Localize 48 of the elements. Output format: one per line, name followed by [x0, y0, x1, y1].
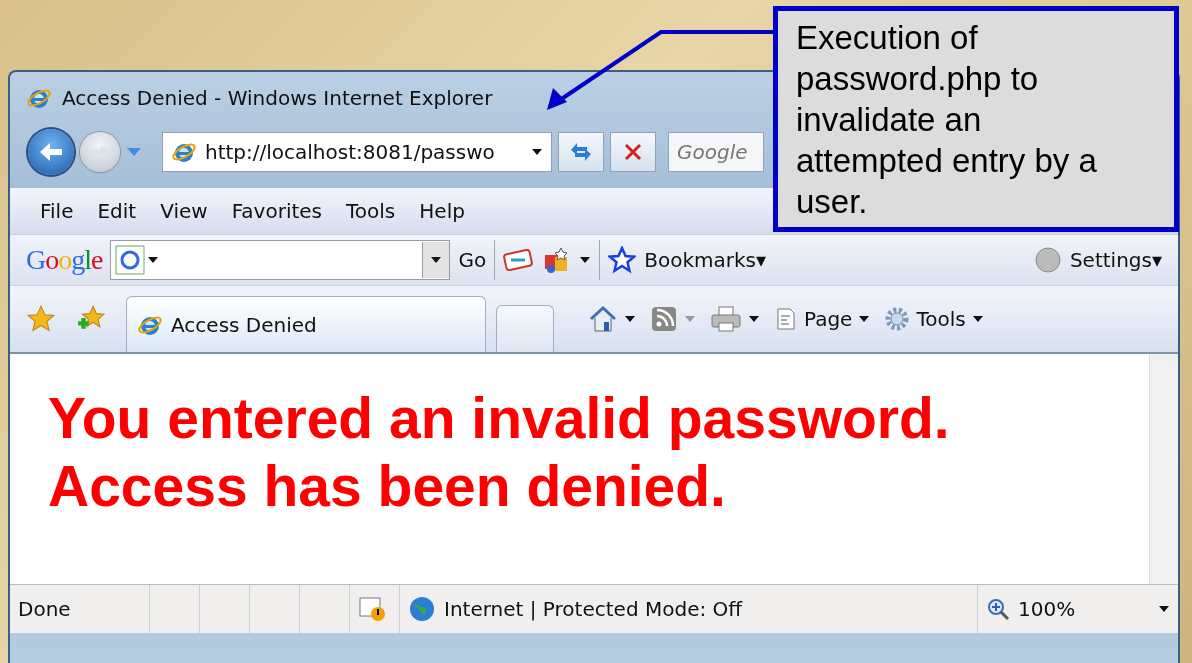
gear-icon[interactable]: [884, 306, 911, 332]
address-field[interactable]: http://localhost:8081/passwo: [162, 132, 552, 172]
browser-tab[interactable]: Access Denied: [126, 296, 486, 352]
status-text: Done: [18, 597, 71, 621]
caret-icon[interactable]: [147, 256, 160, 264]
star-icon[interactable]: [608, 246, 637, 274]
caret-icon[interactable]: [624, 315, 636, 323]
back-arrow-icon[interactable]: [38, 141, 64, 163]
stop-icon[interactable]: [623, 142, 643, 162]
caret-icon[interactable]: [430, 256, 443, 264]
command-menu[interactable]: Tools: [916, 307, 966, 331]
feed-icon[interactable]: [650, 305, 678, 333]
go-button[interactable]: Go: [458, 248, 487, 272]
zoom-level[interactable]: 100%: [1018, 597, 1076, 621]
favorites-star-icon[interactable]: [26, 304, 56, 334]
toolbar-search-field[interactable]: [110, 240, 451, 280]
menu-item[interactable]: Edit: [89, 197, 145, 225]
back-button[interactable]: [28, 129, 74, 175]
printer-icon[interactable]: [710, 305, 742, 333]
menu-item[interactable]: View: [152, 197, 216, 225]
scrollbar[interactable]: [1149, 354, 1178, 584]
window-title: Access Denied - Windows Internet Explorer: [62, 86, 493, 110]
search-field[interactable]: Google: [668, 132, 764, 172]
zoom-icon[interactable]: [986, 597, 1010, 621]
menu-item[interactable]: Favorites: [223, 197, 330, 225]
callout-text: Execution of password.php to invalidate an attempted entry by a user.: [796, 19, 1097, 220]
security-zone: Internet | Protected Mode: Off: [444, 597, 743, 621]
error-message: You entered an invalid password.: [48, 385, 951, 452]
caret-icon[interactable]: [1158, 605, 1170, 613]
refresh-button[interactable]: [558, 132, 604, 172]
globe-icon: [408, 595, 436, 623]
menu-item[interactable]: Help: [411, 197, 473, 225]
warning-window-icon: [358, 596, 386, 622]
google-logo: Google: [26, 244, 103, 276]
stop-button[interactable]: [610, 132, 656, 172]
caret-icon[interactable]: [531, 148, 543, 156]
menu-item[interactable]: Tools: [338, 197, 404, 225]
caret-icon[interactable]: [858, 315, 871, 323]
settings-menu[interactable]: Settings▾: [1069, 248, 1162, 272]
command-menu[interactable]: Page: [804, 307, 853, 331]
home-icon[interactable]: [588, 304, 618, 334]
bookmarks-menu[interactable]: Bookmarks▾: [644, 248, 766, 272]
caret-icon[interactable]: [579, 256, 592, 264]
error-message: Access has been denied.: [48, 453, 727, 520]
menu-item[interactable]: File: [32, 197, 82, 225]
caret-icon[interactable]: [971, 315, 984, 323]
caret-icon[interactable]: [748, 315, 760, 323]
ring-icon[interactable]: [115, 245, 146, 275]
